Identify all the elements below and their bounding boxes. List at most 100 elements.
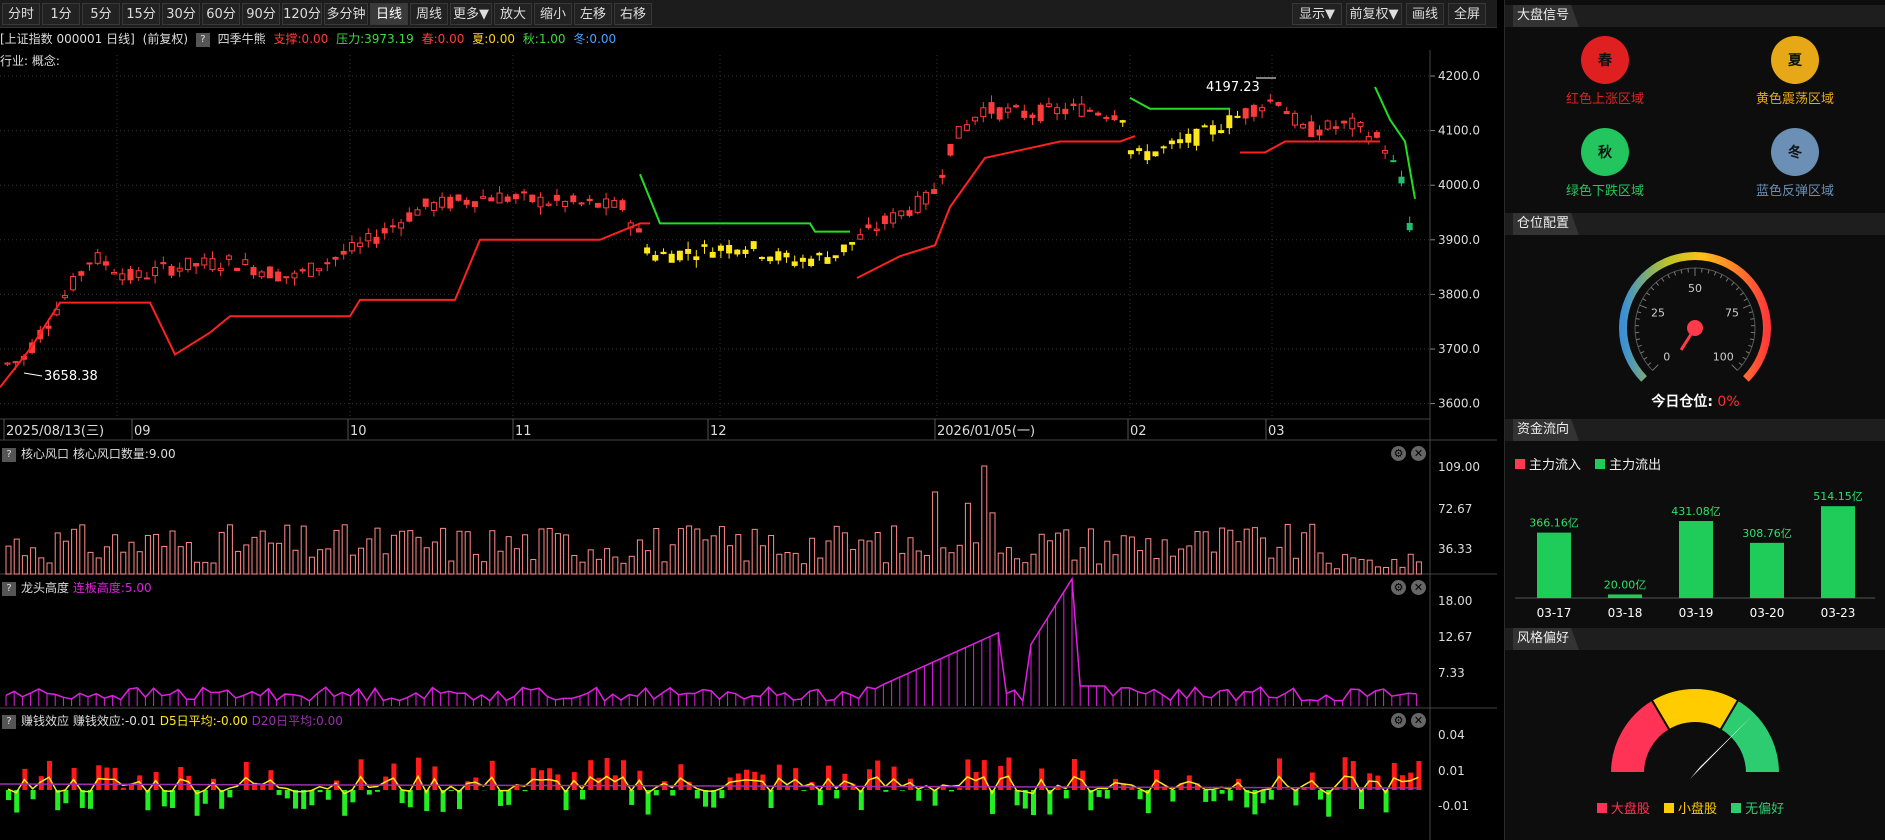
panel3-bar (1285, 789, 1291, 790)
x-axis-label: 2025/08/13(三) (6, 424, 104, 439)
help-icon[interactable]: ? (2, 581, 16, 596)
candle-body (963, 124, 970, 131)
panel3-bar (276, 790, 282, 795)
high-price-label: 4197.23 (1206, 80, 1260, 95)
panel1-bar (1227, 529, 1234, 575)
candle-body (242, 259, 249, 266)
panel1-bar (1104, 540, 1111, 575)
panel1-bar (792, 552, 799, 575)
panel1-bar (522, 534, 529, 575)
candle-body (808, 258, 815, 267)
candle-body (217, 267, 224, 272)
candle-body (701, 244, 708, 247)
candle-body (537, 196, 544, 208)
panel1-bar (891, 525, 898, 575)
panel3-bar (1211, 790, 1217, 802)
flow-date-label: 03-18 (1608, 606, 1643, 620)
flow-bar (1750, 542, 1784, 598)
panel3-bar (817, 790, 823, 806)
candle-body (1119, 120, 1126, 123)
panel3-bar (350, 790, 356, 803)
close-icon[interactable]: ✕ (1411, 446, 1426, 461)
panel1-header: ? 核心风口 核心风口数量:9.00 (2, 445, 176, 463)
panel1-bar (899, 552, 906, 575)
candle-body (972, 116, 979, 122)
candle-body (488, 197, 495, 202)
right-panel: 大盘信号 春红色上涨区域夏黄色震荡区域秋绿色下跌区域冬蓝色反弹区域 仓位配置 0… (1504, 0, 1885, 840)
panel1-bar (915, 550, 922, 575)
panel3-bar (1227, 790, 1233, 801)
panel1-tick: 109.00 (1438, 460, 1480, 474)
candle-body (1103, 116, 1110, 119)
panel3-bar (834, 790, 840, 799)
candle-body (1095, 112, 1102, 116)
panel3-bar (694, 790, 700, 799)
panel3-bar (1006, 757, 1012, 790)
panel3-bar (1170, 790, 1176, 802)
settings-icon[interactable]: ⚙ (1391, 580, 1406, 595)
candle-body (939, 174, 946, 178)
panel3-bar (498, 790, 503, 806)
gauge-tick (1707, 269, 1710, 274)
gauge-tick-label: 25 (1651, 307, 1665, 320)
support-line (856, 135, 1136, 279)
panel1-bar (497, 550, 504, 575)
candle-body (234, 267, 241, 271)
season-indicator-3: 冬蓝色反弹区域 (1725, 128, 1865, 199)
panel1-bar (153, 533, 160, 575)
help-icon[interactable]: ? (2, 714, 16, 729)
candle-body (1062, 108, 1069, 115)
signal-section-header: 大盘信号 (1505, 5, 1885, 27)
panel1-bar (866, 540, 873, 575)
candle-body (832, 255, 839, 259)
style-section-header: 风格偏好 (1505, 628, 1885, 650)
panel1-bar (751, 528, 758, 575)
panel2-value: 连板高度:5.00 (72, 581, 152, 595)
panel1-bar (718, 526, 725, 575)
panel1-bar (1014, 558, 1021, 575)
panel1-bar (194, 561, 201, 575)
panel1-bar (1366, 559, 1373, 575)
panel3-bar (932, 790, 938, 806)
flow-date-label: 03-17 (1537, 606, 1572, 620)
candle-body (816, 252, 823, 256)
season-shield-icon: 冬 (1771, 128, 1819, 176)
panel3-bar (580, 790, 585, 800)
x-axis-label: 12 (710, 424, 727, 439)
panel1-bar (136, 551, 143, 575)
gauge-tick-label: 100 (1713, 350, 1734, 363)
panel1-bar (284, 524, 291, 575)
panel1-bar (366, 538, 373, 575)
panel3-bar (768, 790, 774, 808)
panel1-bar (120, 551, 127, 575)
panel3-bar (1359, 790, 1364, 809)
candle-body (1283, 111, 1290, 115)
panel3-bar (957, 787, 963, 790)
candle-body (611, 199, 618, 208)
panel3-bar (1260, 790, 1266, 804)
panel3-bar (219, 790, 225, 809)
panel3-bar (1277, 758, 1282, 790)
candle-body (529, 194, 536, 203)
panel1-bar (1210, 551, 1217, 575)
gauge-tick (1639, 304, 1648, 309)
close-icon[interactable]: ✕ (1411, 580, 1426, 595)
candle-body (127, 268, 134, 281)
gauge-tick (1742, 356, 1747, 360)
candle-body (1078, 103, 1085, 117)
panel3-bar (391, 763, 397, 790)
candle-body (570, 195, 577, 203)
panel1-bar (1268, 557, 1275, 575)
panel1-bar (1128, 536, 1135, 575)
close-icon[interactable]: ✕ (1411, 713, 1426, 728)
settings-icon[interactable]: ⚙ (1391, 713, 1406, 728)
help-icon[interactable]: ? (2, 447, 16, 462)
panel3-bar (1350, 761, 1356, 790)
gauge-tick (1643, 356, 1648, 360)
candle-body (160, 262, 167, 265)
candle-body (562, 200, 569, 208)
panel1-bar (1374, 566, 1381, 575)
panel1-bar (161, 545, 168, 575)
settings-icon[interactable]: ⚙ (1391, 446, 1406, 461)
candle-body (865, 224, 872, 229)
